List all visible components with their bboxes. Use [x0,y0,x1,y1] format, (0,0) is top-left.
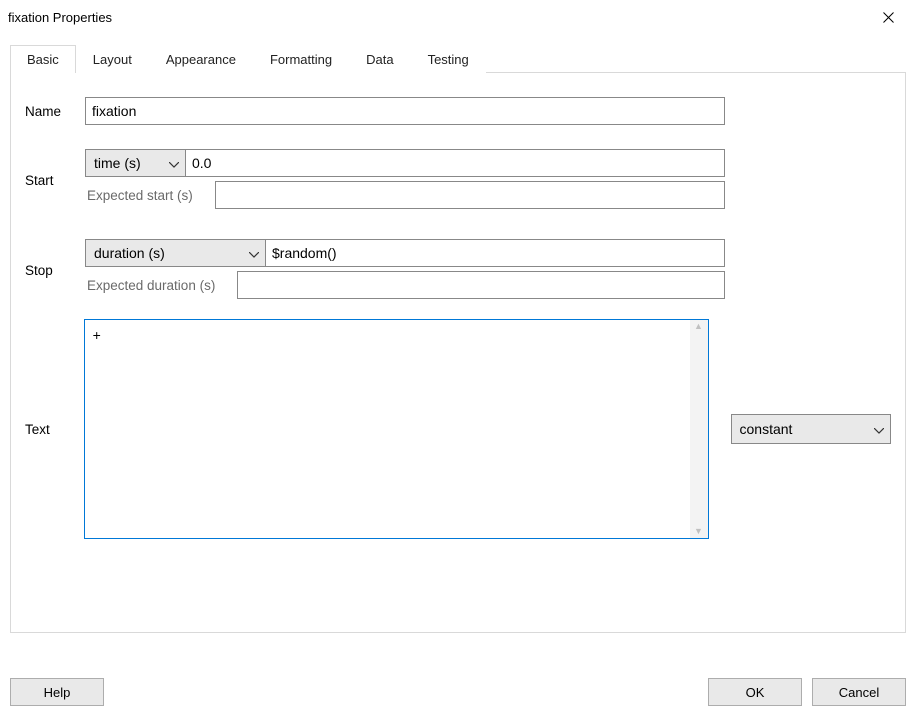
start-label: Start [25,149,85,188]
help-button[interactable]: Help [10,678,104,706]
scroll-up-icon: ▲ [694,322,703,331]
titlebar: fixation Properties [0,0,916,34]
text-field-wrap: ▲ ▼ [84,319,709,539]
start-type-value: time (s) [94,155,141,171]
ok-button[interactable]: OK [708,678,802,706]
tab-formatting[interactable]: Formatting [253,45,349,73]
chevron-down-icon [249,245,259,261]
stop-value-input[interactable] [265,239,725,267]
tab-testing[interactable]: Testing [411,45,486,73]
tab-data[interactable]: Data [349,45,410,73]
start-expected-label: Expected start (s) [85,181,215,209]
tab-layout[interactable]: Layout [76,45,149,73]
start-type-combo[interactable]: time (s) [85,149,185,177]
tab-basic[interactable]: Basic [10,45,76,73]
chevron-down-icon [874,421,884,437]
stop-type-value: duration (s) [94,245,165,261]
name-input[interactable] [85,97,725,125]
close-icon [883,12,894,23]
text-textarea[interactable] [85,320,690,538]
window-title: fixation Properties [8,10,112,25]
text-type-value: constant [740,421,793,437]
stop-expected-label: Expected duration (s) [85,271,237,299]
name-label: Name [25,104,85,119]
chevron-down-icon [169,155,179,171]
tab-appearance[interactable]: Appearance [149,45,253,73]
start-value-input[interactable] [185,149,725,177]
start-expected-input[interactable] [215,181,725,209]
scrollbar[interactable]: ▲ ▼ [690,320,708,538]
tab-content-basic: Name Start time (s) Expected start (s) [10,73,906,633]
dialog-footer: Help OK Cancel [10,678,906,706]
cancel-button[interactable]: Cancel [812,678,906,706]
close-button[interactable] [866,3,910,31]
scroll-down-icon: ▼ [694,527,703,536]
stop-label: Stop [25,239,85,278]
text-type-combo[interactable]: constant [731,414,892,444]
stop-type-combo[interactable]: duration (s) [85,239,265,267]
text-label: Text [25,422,84,437]
tabstrip: Basic Layout Appearance Formatting Data … [10,44,906,73]
stop-expected-input[interactable] [237,271,725,299]
